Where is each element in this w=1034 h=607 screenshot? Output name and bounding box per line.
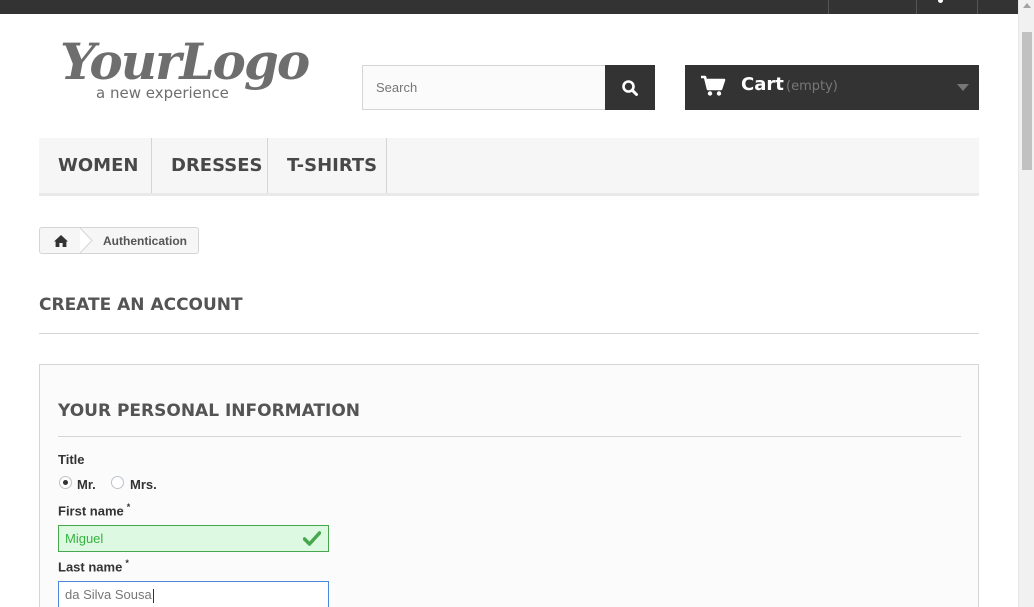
personal-information-form: Your personal information Title Mr. Mrs.… [39,364,979,607]
last-name-label-text: Last name [58,559,123,575]
main-menu: Women Dresses T-shirts [39,138,979,196]
logo-tagline: a new experience [96,84,229,102]
last-name-value: da Silva Sousa [65,587,152,602]
menu-item-dresses[interactable]: Dresses [152,138,268,193]
first-name-field[interactable]: Miguel [58,525,329,552]
cart-label: Cart [741,74,784,95]
required-mark: * [125,558,129,568]
shopping-cart-icon [701,75,726,96]
title-mr-radio[interactable] [59,476,72,489]
search-icon [622,79,638,96]
required-mark: * [126,502,131,512]
home-link[interactable] [40,228,82,253]
user-icon[interactable] [938,0,943,3]
search-input[interactable] [362,65,606,110]
store-logo[interactable]: YourLogo a new experience [60,32,310,110]
title-divider [39,333,979,334]
menu-item-women[interactable]: Women [39,138,152,193]
title-mrs-label[interactable]: Mrs. [130,477,157,492]
search-form [362,65,655,110]
title-label: Title [58,452,85,467]
top-bar-separator [916,0,917,14]
cart-status: (empty) [786,79,838,94]
menu-item-label: Dresses [171,155,263,176]
top-bar [0,0,1018,14]
title-mr-label[interactable]: Mr. [77,477,96,492]
first-name-value: Miguel [65,531,104,546]
menu-item-label: Women [58,155,139,176]
page-scrollbar[interactable] [1018,0,1034,607]
home-icon [54,234,68,247]
cart-block[interactable]: Cart (empty) [685,65,979,110]
check-icon [303,531,321,546]
scroll-up-arrow-icon[interactable] [1023,3,1031,8]
search-button[interactable] [605,65,655,110]
section-divider [58,436,961,437]
breadcrumb-current: Authentication [103,234,187,248]
first-name-label: First name * [58,502,130,518]
menu-item-label: T-shirts [287,155,378,176]
last-name-field[interactable]: da Silva Sousa [58,581,329,607]
breadcrumb: Authentication [39,227,199,254]
top-bar-separator [828,0,829,14]
title-mrs-radio[interactable] [111,476,124,489]
page-title: Create an account [39,295,243,315]
chevron-down-icon[interactable] [957,84,969,91]
menu-item-t-shirts[interactable]: T-shirts [268,138,387,193]
top-bar-separator [977,0,978,14]
scrollbar-thumb[interactable] [1022,32,1032,170]
logo-text: YourLogo [60,32,310,91]
first-name-label-text: First name [58,503,124,519]
text-cursor [152,588,154,603]
last-name-label: Last name * [58,558,129,574]
breadcrumb-separator-icon [80,228,93,253]
section-title: Your personal information [58,401,361,421]
